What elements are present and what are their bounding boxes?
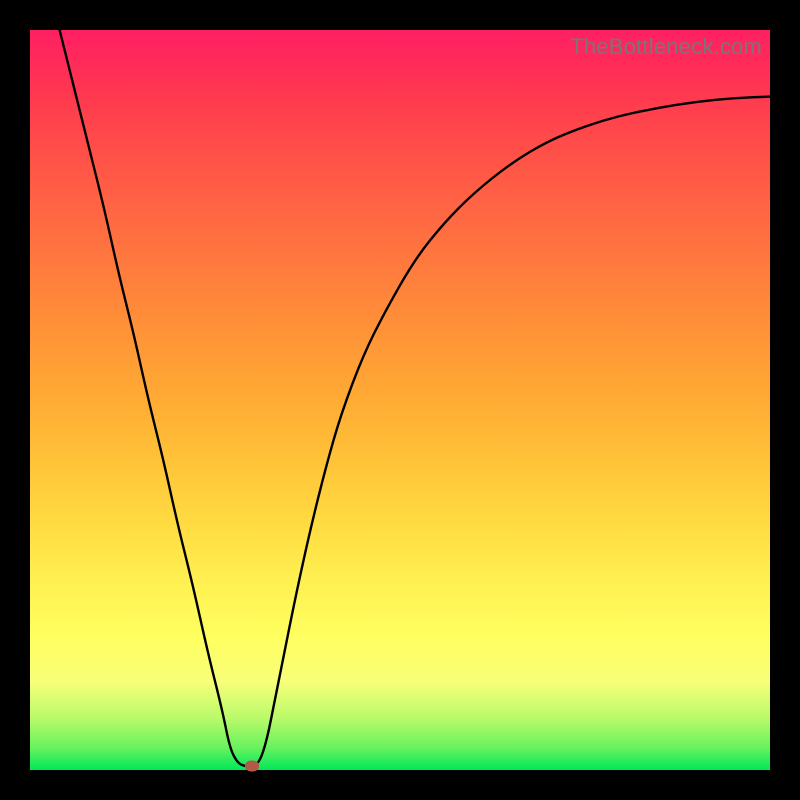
chart-frame: TheBottleneck.com (0, 0, 800, 800)
curve-layer (30, 30, 770, 770)
watermark-text: TheBottleneck.com (570, 34, 762, 60)
bottleneck-curve (60, 30, 770, 766)
plot-area: TheBottleneck.com (30, 30, 770, 770)
optimum-marker (245, 761, 259, 772)
